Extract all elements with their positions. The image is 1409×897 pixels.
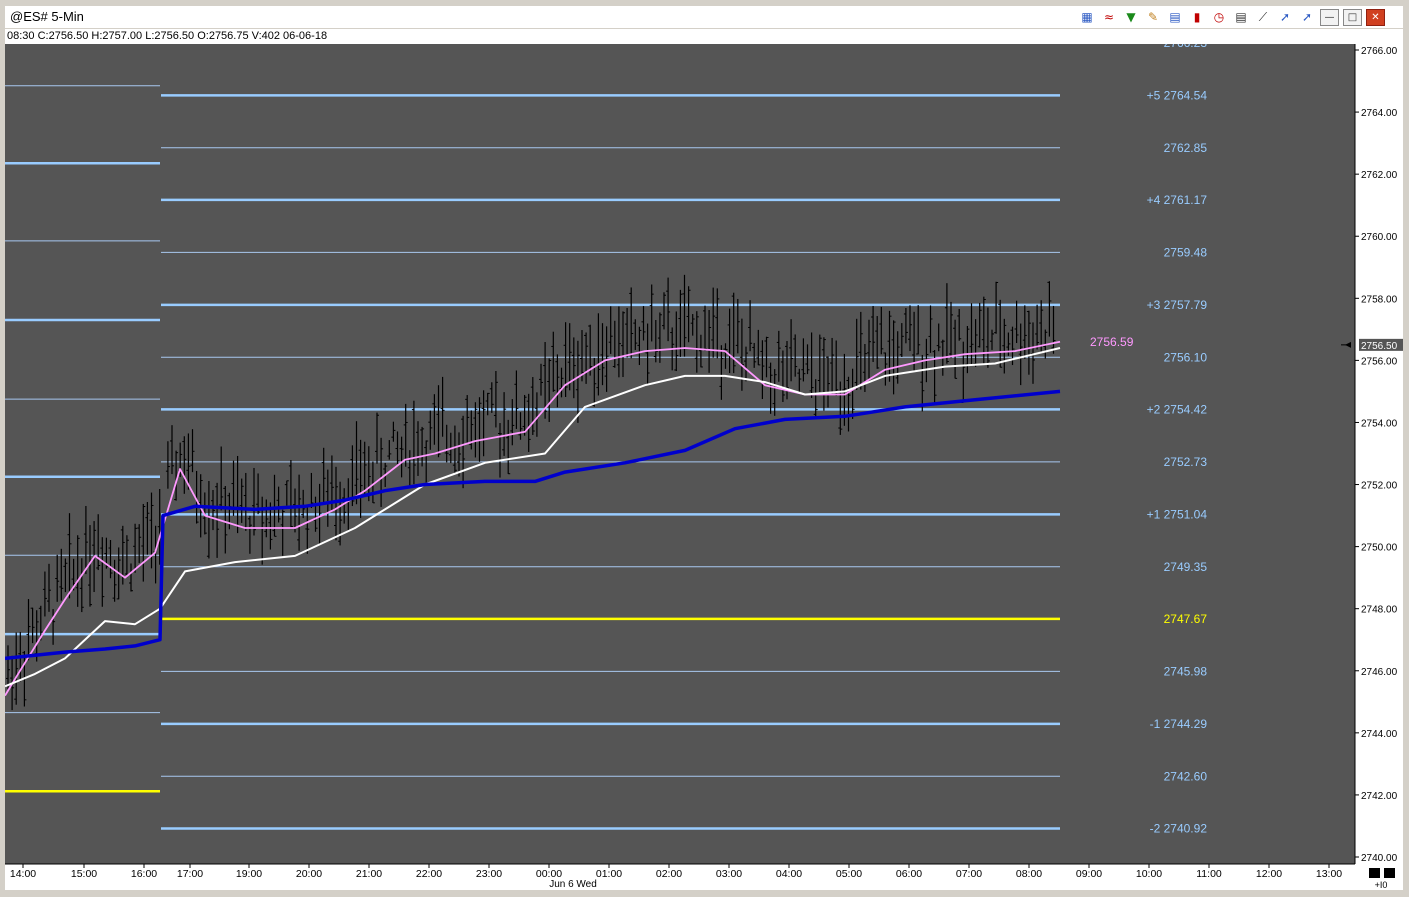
price-chart[interactable]: 2766.23 +5 2764.54 2762.85 +4 2761.17 2759.4… bbox=[5, 44, 1403, 890]
x-tick-label: 07:00 bbox=[956, 868, 982, 880]
y-tick-label: 2746.00 bbox=[1361, 667, 1398, 678]
y-tick-label: 2740.00 bbox=[1361, 853, 1398, 864]
drawing-pencil-icon[interactable]: ✎ bbox=[1144, 9, 1162, 26]
y-tick-label: 2758.00 bbox=[1361, 294, 1398, 305]
x-tick-label: 10:00 bbox=[1136, 868, 1162, 880]
toolbar: ▦ ≈ ▼ ✎ ▤ ▮ ◷ ▤ ⟋ ➚ ➚ — □ ✕ bbox=[1078, 8, 1385, 26]
maximize-icon[interactable]: □ bbox=[1343, 8, 1362, 26]
y-tick-label: 2744.00 bbox=[1361, 729, 1398, 740]
session-level-label: 2756.10 bbox=[1164, 350, 1208, 364]
session-level-label: 2752.73 bbox=[1164, 455, 1208, 469]
y-tick-label: 2742.00 bbox=[1361, 791, 1398, 802]
y-tick-label: 2756.00 bbox=[1361, 356, 1398, 367]
y-tick-label: 2754.00 bbox=[1361, 418, 1398, 429]
y-tick-label: 2748.00 bbox=[1361, 605, 1398, 616]
x-tick-label: 08:00 bbox=[1016, 868, 1042, 880]
x-tick-label: 09:00 bbox=[1076, 868, 1102, 880]
x-tick-label: 23:00 bbox=[476, 868, 502, 880]
indicators-icon[interactable]: ≈ bbox=[1100, 9, 1118, 26]
window-titlebar: @ES# 5-Min ▦ ≈ ▼ ✎ ▤ ▮ ◷ ▤ ⟋ ➚ ➚ — □ ✕ bbox=[5, 6, 1403, 29]
x-tick-label: 19:00 bbox=[236, 868, 262, 880]
y-tick-label: 2764.00 bbox=[1361, 108, 1398, 119]
session-level-label: +5 2764.54 bbox=[1147, 88, 1208, 102]
session-level-label: +4 2761.17 bbox=[1147, 193, 1208, 207]
x-tick-label: 22:00 bbox=[416, 868, 442, 880]
session-level-label: 2759.48 bbox=[1164, 245, 1208, 259]
x-tick-label: 14:00 bbox=[10, 868, 36, 880]
scale-corner-label: +I0 bbox=[1375, 880, 1388, 890]
y-tick-label: 2766.00 bbox=[1361, 46, 1398, 57]
x-tick-label: 21:00 bbox=[356, 868, 382, 880]
pink-ma-value-label: 2756.59 bbox=[1090, 335, 1134, 349]
line-tool-icon[interactable]: ➚ bbox=[1276, 9, 1294, 26]
pointer-tool-icon[interactable]: ➚ bbox=[1298, 9, 1316, 26]
x-tick-label: 17:00 bbox=[177, 868, 203, 880]
chart-window: @ES# 5-Min ▦ ≈ ▼ ✎ ▤ ▮ ◷ ▤ ⟋ ➚ ➚ — □ ✕ 0… bbox=[0, 0, 1409, 897]
ohlc-readout: 08:30 C:2756.50 H:2757.00 L:2756.50 O:27… bbox=[7, 30, 328, 42]
x-tick-label: 06:00 bbox=[896, 868, 922, 880]
quote-info-bar: 08:30 C:2756.50 H:2757.00 L:2756.50 O:27… bbox=[5, 29, 1403, 44]
y-tick-label: 2760.00 bbox=[1361, 232, 1398, 243]
trendline-icon[interactable]: ⟋ bbox=[1254, 9, 1272, 26]
session-level-label: +1 2751.04 bbox=[1147, 507, 1208, 521]
chart-title: @ES# 5-Min bbox=[10, 9, 84, 24]
x-tick-label: 05:00 bbox=[836, 868, 862, 880]
order-bar-icon[interactable]: ▤ bbox=[1232, 9, 1250, 26]
x-tick-label: 04:00 bbox=[776, 868, 802, 880]
session-level-label: -1 2744.29 bbox=[1150, 717, 1208, 731]
minimize-icon[interactable]: — bbox=[1320, 8, 1339, 26]
x-tick-label: 20:00 bbox=[296, 868, 322, 880]
last-price-label: 2756.50 bbox=[1361, 341, 1398, 352]
x-tick-label: 15:00 bbox=[71, 868, 97, 880]
session-level-label: +2 2754.42 bbox=[1147, 402, 1208, 416]
clock-icon[interactable]: ◷ bbox=[1210, 9, 1228, 26]
bar-chart-icon[interactable]: ▤ bbox=[1166, 9, 1184, 26]
session-level-label: -2 2740.92 bbox=[1150, 821, 1208, 835]
x-tick-label: 12:00 bbox=[1256, 868, 1282, 880]
x-tick-label: 11:00 bbox=[1196, 868, 1222, 880]
strategies-icon[interactable]: ▼ bbox=[1122, 9, 1140, 26]
x-tick-label: 02:00 bbox=[656, 868, 682, 880]
session-level-label: 2745.98 bbox=[1164, 664, 1208, 678]
format-symbol-icon[interactable]: ▦ bbox=[1078, 9, 1096, 26]
x-tick-label: 13:00 bbox=[1316, 868, 1342, 880]
scale-button-right[interactable] bbox=[1384, 868, 1395, 878]
candlestick-icon[interactable]: ▮ bbox=[1188, 9, 1206, 26]
session-level-label: 2742.60 bbox=[1164, 769, 1208, 783]
x-tick-label: 16:00 bbox=[131, 868, 157, 880]
close-icon[interactable]: ✕ bbox=[1366, 8, 1385, 26]
session-level-label: 2747.67 bbox=[1164, 612, 1208, 626]
session-level-label: +3 2757.79 bbox=[1147, 298, 1208, 312]
session-level-label: 2766.23 bbox=[1164, 44, 1208, 50]
x-tick-label: 01:00 bbox=[596, 868, 622, 880]
scale-button-left[interactable] bbox=[1369, 868, 1380, 878]
y-tick-label: 2750.00 bbox=[1361, 543, 1398, 554]
x-date-label: Jun 6 Wed bbox=[549, 879, 597, 890]
x-tick-label: 03:00 bbox=[716, 868, 742, 880]
y-tick-label: 2752.00 bbox=[1361, 481, 1398, 492]
session-level-label: 2762.85 bbox=[1164, 141, 1208, 155]
plot-area[interactable] bbox=[5, 44, 1355, 864]
y-tick-label: 2762.00 bbox=[1361, 170, 1398, 181]
session-level-label: 2749.35 bbox=[1164, 560, 1208, 574]
